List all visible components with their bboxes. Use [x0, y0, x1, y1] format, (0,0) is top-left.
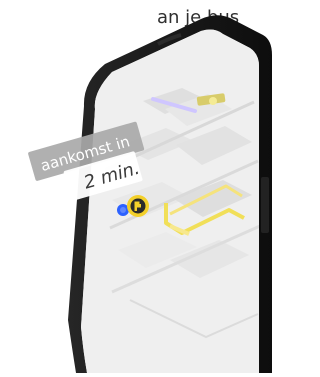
phone-mockup: aankomst in 2 min.: [0, 0, 273, 374]
phone-illustration: aankomst in 2 min.: [28, 15, 272, 374]
bus-stop-marker-icon[interactable]: [127, 195, 149, 217]
phone-side-button: [261, 177, 269, 233]
